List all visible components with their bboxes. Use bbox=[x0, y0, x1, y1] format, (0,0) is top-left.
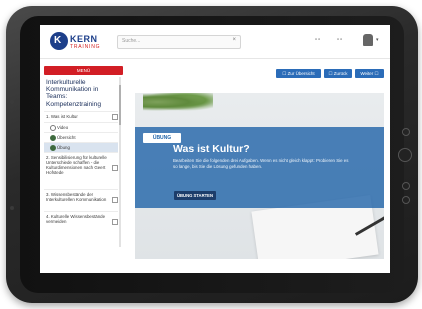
course-sidebar: Interkulturelle Kommunikation in Teams: … bbox=[44, 77, 123, 273]
menu-button[interactable]: MENÜ bbox=[44, 66, 123, 75]
sidebar-item-was-ist-kultur[interactable]: 1. Was ist Kultur bbox=[44, 111, 118, 122]
search-clear-icon[interactable]: × bbox=[232, 37, 236, 43]
tablet-speaker-dot bbox=[10, 100, 14, 104]
toolbar-icon-group[interactable]: ▫▫ bbox=[315, 37, 321, 43]
tablet-home-button bbox=[398, 148, 412, 162]
start-exercise-button[interactable]: ÜBUNG STARTEN bbox=[174, 191, 216, 200]
sidebar-subitem-label: Übersicht bbox=[57, 135, 76, 140]
sidebar-item-label: 2. Sensibilisierung für kulturelle Unter… bbox=[46, 155, 107, 175]
sidebar-subitem-video[interactable]: Video bbox=[44, 122, 118, 132]
overview-button[interactable]: ☐ Zur Übersicht bbox=[276, 69, 321, 78]
plant-image bbox=[143, 93, 213, 111]
sidebar-item-sensibilisierung[interactable]: 2. Sensibilisierung für kulturelle Unter… bbox=[44, 152, 118, 187]
logo-text: KERN bbox=[70, 34, 98, 44]
tablet-sensor-icon bbox=[402, 128, 410, 136]
toolbar-icon-group[interactable]: ▫▫ bbox=[337, 37, 343, 43]
search-placeholder: Suche... bbox=[122, 38, 141, 44]
sidebar-item-wissensbestaende[interactable]: 3. Wissensbestände der Interkulturellen … bbox=[44, 189, 118, 210]
hero-title: Was ist Kultur? bbox=[173, 143, 250, 155]
sidebar-subitem-label: Video bbox=[57, 125, 69, 130]
progress-checkbox-icon bbox=[112, 197, 118, 203]
progress-dot-icon bbox=[50, 135, 56, 141]
top-bar: K KERN TRAINING Suche... × ▫▫ ▫▫ ▾ bbox=[40, 25, 390, 59]
logo-mark-icon: K bbox=[50, 32, 68, 50]
kern-logo[interactable]: K KERN TRAINING bbox=[50, 32, 110, 52]
sidebar-item-label: 4. Kulturelle Wissensbestände vermeiden bbox=[46, 214, 106, 224]
chevron-down-icon[interactable]: ▾ bbox=[376, 37, 379, 43]
tablet-sensor-icon bbox=[402, 196, 410, 204]
tablet-screen: K KERN TRAINING Suche... × ▫▫ ▫▫ ▾ MENÜ … bbox=[40, 25, 390, 273]
next-button[interactable]: Weiter ☐ bbox=[355, 69, 384, 78]
progress-checkbox-icon bbox=[112, 165, 118, 171]
progress-checkbox-icon bbox=[112, 219, 118, 225]
tablet-sensor-icon bbox=[402, 182, 410, 190]
sidebar-item-label: 1. Was ist Kultur bbox=[46, 114, 78, 119]
tablet-speaker-dot bbox=[10, 206, 14, 210]
progress-dot-icon bbox=[50, 125, 56, 131]
sidebar-subitem-uebung[interactable]: Übung bbox=[44, 142, 118, 152]
progress-dot-icon bbox=[50, 145, 56, 151]
sidebar-item-label: 3. Wissensbestände der Interkulturellen … bbox=[46, 192, 107, 202]
logo-subtext: TRAINING bbox=[70, 44, 101, 50]
course-title: Interkulturelle Kommunikation in Teams: … bbox=[46, 79, 101, 108]
exercise-hero: ÜBUNG Was ist Kultur? Bearbeiten Sie die… bbox=[135, 93, 384, 259]
search-input[interactable]: Suche... × bbox=[117, 35, 241, 49]
progress-checkbox-icon bbox=[112, 114, 118, 120]
sidebar-item-kulturelle-wissensbestaende[interactable]: 4. Kulturelle Wissensbestände vermeiden bbox=[44, 211, 118, 232]
sidebar-scrollbar-thumb[interactable] bbox=[119, 85, 121, 125]
exercise-tag: ÜBUNG bbox=[143, 133, 181, 143]
back-button[interactable]: ☐ Zurück bbox=[324, 69, 352, 78]
hero-description: Bearbeiten Sie die folgenden drei Aufgab… bbox=[173, 158, 349, 169]
sidebar-subitem-label: Übung bbox=[57, 145, 70, 150]
avatar-icon[interactable] bbox=[363, 34, 373, 46]
sidebar-subitem-uebersicht[interactable]: Übersicht bbox=[44, 132, 118, 142]
